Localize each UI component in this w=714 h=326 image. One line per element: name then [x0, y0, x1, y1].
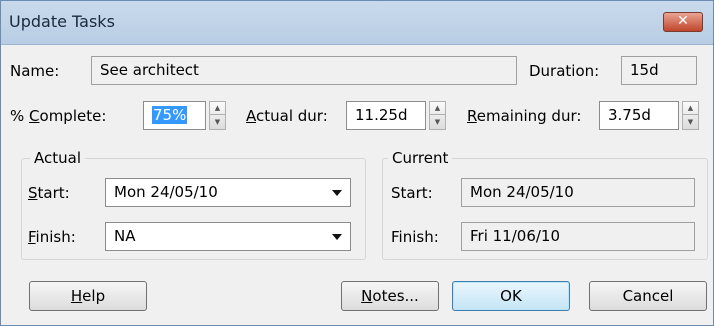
- close-button[interactable]: ✕: [663, 12, 703, 32]
- remaining-dur-label: Remaining dur:: [467, 107, 582, 125]
- chevron-down-icon[interactable]: [332, 234, 342, 240]
- dialog-title: Update Tasks: [9, 12, 115, 31]
- remaining-dur-input[interactable]: 3.75d: [599, 101, 679, 130]
- duration-field: 15d: [621, 56, 697, 85]
- spin-down-icon[interactable]: ▼: [430, 116, 445, 129]
- spin-up-icon[interactable]: ▲: [210, 102, 225, 115]
- actual-dur-value: 11.25d: [355, 106, 408, 124]
- current-finish-value: Fri 11/06/10: [470, 227, 561, 245]
- help-button[interactable]: Help: [29, 281, 147, 311]
- actual-dur-label: Actual dur:: [246, 107, 328, 125]
- actual-group-title: Actual: [30, 149, 85, 167]
- actual-dur-input[interactable]: 11.25d: [346, 101, 426, 130]
- percent-complete-spinner[interactable]: ▲ ▼: [209, 101, 226, 130]
- update-tasks-dialog: Update Tasks ✕ Name: See architect Durat…: [0, 0, 714, 326]
- chevron-down-icon[interactable]: [332, 190, 342, 196]
- current-start-label: Start:: [391, 184, 433, 202]
- actual-finish-value: NA: [114, 227, 136, 245]
- actual-start-label: Start:: [28, 184, 70, 202]
- close-icon: ✕: [677, 13, 689, 29]
- spin-down-icon[interactable]: ▼: [210, 116, 225, 129]
- notes-button[interactable]: Notes...: [341, 281, 439, 311]
- name-field: See architect: [91, 56, 517, 85]
- remaining-dur-value: 3.75d: [608, 106, 651, 124]
- spin-down-icon[interactable]: ▼: [683, 116, 698, 129]
- name-value: See architect: [100, 61, 199, 79]
- percent-complete-label: % Complete:: [10, 107, 107, 125]
- actual-dur-spinner[interactable]: ▲ ▼: [429, 101, 446, 130]
- spin-up-icon[interactable]: ▲: [683, 102, 698, 115]
- percent-complete-value: 75%: [152, 106, 188, 124]
- actual-finish-dropdown[interactable]: NA: [105, 222, 351, 251]
- spin-up-icon[interactable]: ▲: [430, 102, 445, 115]
- name-label: Name:: [10, 62, 60, 80]
- duration-value: 15d: [630, 61, 659, 79]
- current-group-title: Current: [388, 149, 453, 167]
- current-finish-field: Fri 11/06/10: [461, 222, 695, 251]
- current-start-value: Mon 24/05/10: [470, 183, 574, 201]
- actual-start-dropdown[interactable]: Mon 24/05/10: [105, 178, 351, 207]
- current-start-field: Mon 24/05/10: [461, 178, 695, 207]
- current-finish-label: Finish:: [391, 228, 439, 246]
- dialog-body: Name: See architect Duration: 15d % Comp…: [1, 46, 713, 325]
- actual-finish-label: Finish:: [28, 228, 76, 246]
- ok-button[interactable]: OK: [452, 281, 570, 311]
- remaining-dur-spinner[interactable]: ▲ ▼: [682, 101, 699, 130]
- actual-start-value: Mon 24/05/10: [114, 183, 218, 201]
- title-bar[interactable]: Update Tasks ✕: [1, 1, 713, 45]
- cancel-button[interactable]: Cancel: [589, 281, 707, 311]
- percent-complete-input[interactable]: 75%: [143, 101, 206, 130]
- duration-label: Duration:: [529, 62, 600, 80]
